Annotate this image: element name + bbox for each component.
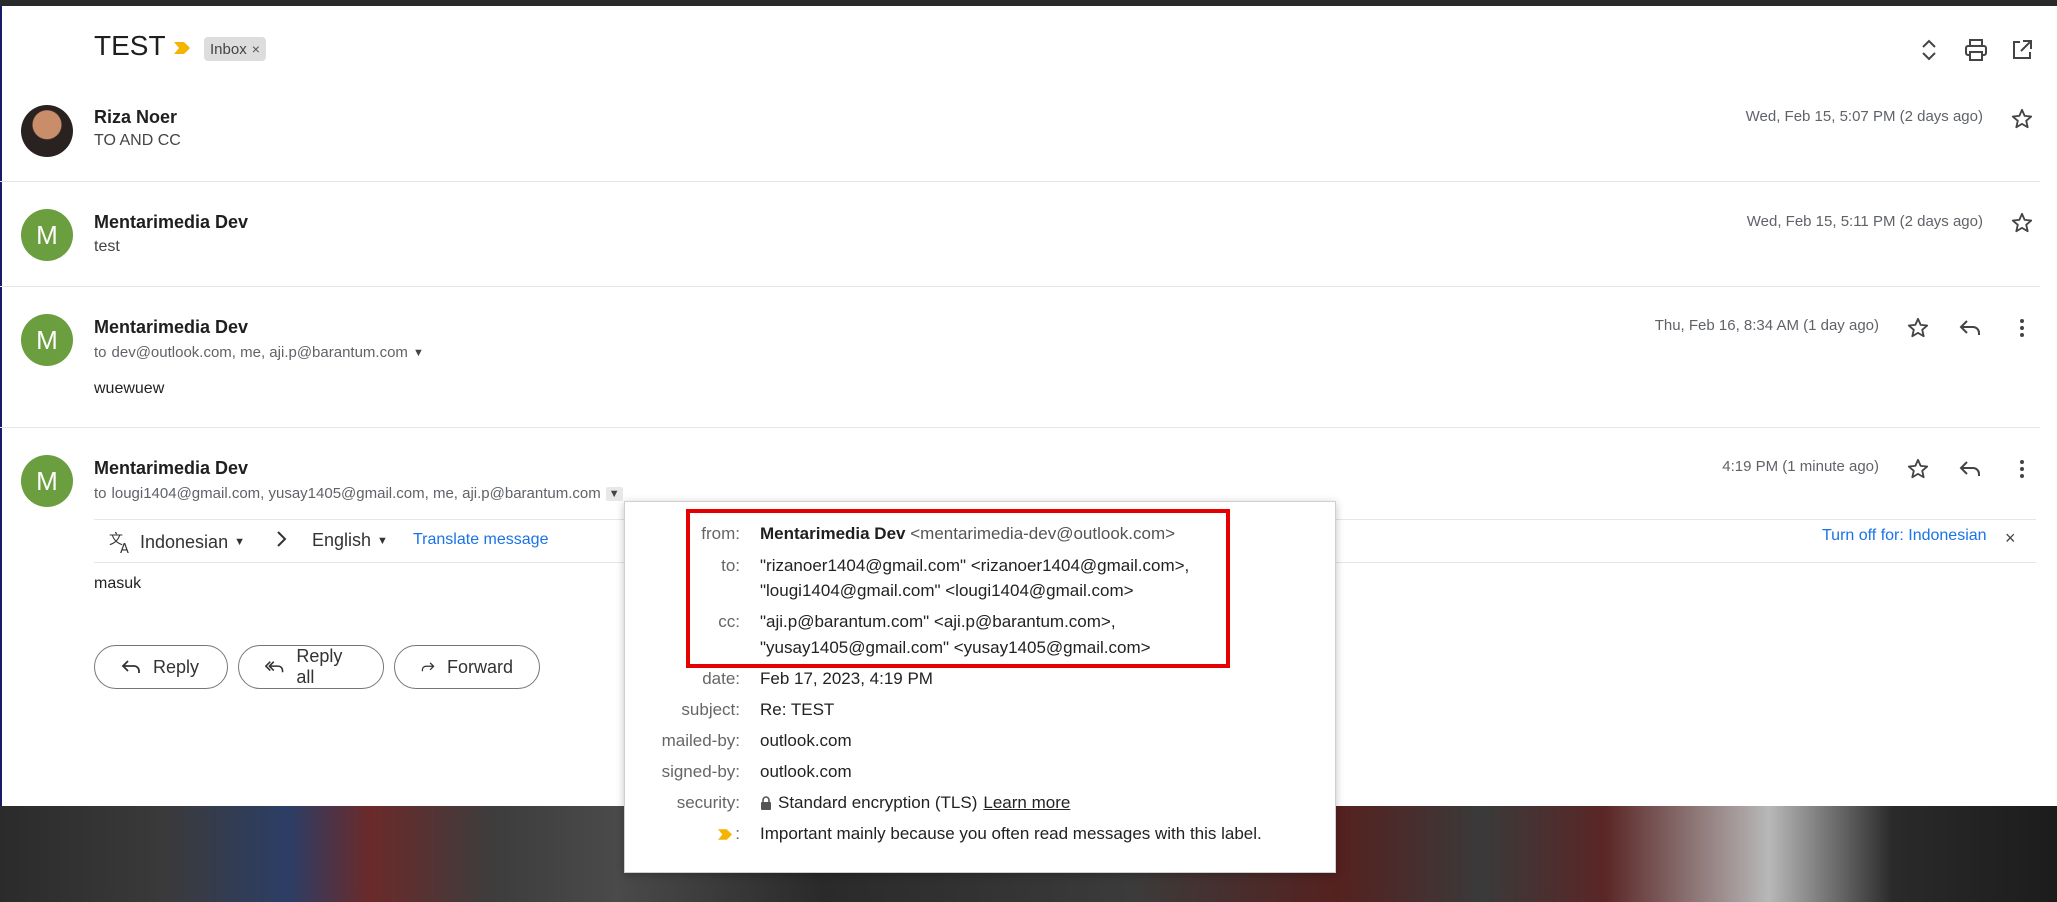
star-icon[interactable]: [1905, 315, 1931, 341]
importance-marker-icon: [718, 828, 733, 840]
label-chip-inbox[interactable]: Inbox ×: [204, 37, 266, 61]
thread-subject: TEST: [94, 30, 166, 61]
recipients-line: to dev@outlook.com, me, aji.p@barantum.c…: [94, 344, 424, 361]
message-snippet[interactable]: test: [94, 238, 120, 256]
avatar-letter: M: [36, 219, 58, 250]
avatar-letter: M: [36, 324, 58, 355]
translate-icon: 文 A: [109, 532, 129, 554]
target-language-select[interactable]: English ▼: [312, 530, 388, 551]
recipients-list: lougi1404@gmail.com, yusay1405@gmail.com…: [111, 485, 601, 502]
details-security-label: security:: [676, 793, 740, 812]
reply-icon[interactable]: [1957, 456, 1983, 482]
recipients-line: to lougi1404@gmail.com, yusay1405@gmail.…: [94, 485, 623, 502]
details-mailed-by-value: outlook.com: [760, 731, 852, 750]
chevron-down-icon: ▼: [234, 536, 245, 548]
star-icon[interactable]: [1905, 456, 1931, 482]
lock-icon: [761, 796, 771, 810]
sender-name[interactable]: Mentarimedia Dev: [94, 317, 248, 338]
label-remove-icon[interactable]: ×: [252, 41, 260, 57]
reply-button-label: Reply: [153, 656, 200, 677]
message-body: wuewuew: [94, 380, 165, 397]
target-language-label: English: [312, 530, 372, 550]
message-divider: [0, 286, 2040, 287]
reply-all-button-label: Reply all: [296, 646, 343, 687]
show-details-icon[interactable]: ▼: [605, 486, 623, 501]
message-date: Wed, Feb 15, 5:11 PM (2 days ago): [1746, 213, 1983, 230]
learn-more-link[interactable]: Learn more: [983, 793, 1070, 813]
more-options-icon[interactable]: [2009, 456, 2035, 482]
reply-all-button[interactable]: Reply all: [238, 645, 384, 689]
star-icon[interactable]: [2009, 210, 2035, 236]
message-snippet[interactable]: TO AND CC: [94, 132, 181, 150]
details-subject-value: Re: TEST: [760, 700, 835, 719]
avatar: M: [21, 455, 73, 507]
sender-name[interactable]: Mentarimedia Dev: [94, 458, 248, 479]
details-date-label: date:: [702, 669, 740, 688]
reply-icon: [121, 660, 140, 673]
chevron-right-icon: [274, 530, 288, 548]
forward-button[interactable]: Forward: [394, 645, 540, 689]
avatar: [21, 105, 73, 157]
message-date: Wed, Feb 15, 5:07 PM (2 days ago): [1745, 108, 1983, 125]
sender-name[interactable]: Riza Noer: [94, 107, 177, 128]
to-prefix: to: [94, 344, 107, 361]
reply-icon[interactable]: [1957, 315, 1983, 341]
to-prefix: to: [94, 485, 107, 502]
recipients-list: dev@outlook.com, me, aji.p@barantum.com: [111, 344, 408, 361]
details-importance-value: Important mainly because you often read …: [760, 824, 1262, 843]
message-divider: [0, 427, 2040, 428]
print-icon[interactable]: [1962, 36, 1990, 64]
forward-button-label: Forward: [446, 656, 513, 677]
message-divider: [0, 181, 2040, 182]
message-body: masuk: [94, 575, 142, 592]
details-date-value: Feb 17, 2023, 4:19 PM: [760, 669, 933, 688]
forward-icon: [421, 662, 435, 672]
source-language-select[interactable]: 文 A Indonesian ▼: [108, 530, 245, 555]
importance-label-colon: :: [735, 824, 740, 843]
avatar: M: [21, 314, 73, 366]
avatar-letter: M: [36, 465, 58, 496]
star-icon[interactable]: [2009, 106, 2035, 132]
expand-all-icon[interactable]: [1915, 36, 1943, 64]
message-date: Thu, Feb 16, 8:34 AM (1 day ago): [1654, 317, 1879, 334]
highlight-box: [686, 509, 1230, 668]
sender-name[interactable]: Mentarimedia Dev: [94, 212, 248, 233]
avatar: M: [21, 209, 73, 261]
svg-text:A: A: [120, 542, 129, 554]
source-language-label: Indonesian: [140, 531, 229, 552]
close-translate-bar-icon[interactable]: ×: [2005, 528, 2016, 549]
security-text: Standard encryption (TLS): [778, 793, 978, 812]
message-date: 4:19 PM (1 minute ago): [1722, 458, 1879, 475]
more-options-icon[interactable]: [2009, 315, 2035, 341]
details-mailed-by-label: mailed-by:: [661, 731, 740, 750]
details-security-value: Standard encryption (TLS) Learn more: [760, 793, 1070, 813]
details-subject-label: subject:: [681, 700, 740, 719]
importance-marker-icon[interactable]: [174, 42, 190, 54]
translate-message-link[interactable]: Translate message: [413, 531, 548, 549]
details-importance-label: :: [718, 824, 740, 844]
open-in-new-window-icon[interactable]: [2008, 36, 2036, 64]
turn-off-translation-link[interactable]: Turn off for: Indonesian: [1822, 527, 1987, 545]
chevron-down-icon: ▼: [377, 534, 388, 547]
reply-button[interactable]: Reply: [94, 645, 228, 689]
label-chip-text: Inbox: [210, 40, 247, 58]
details-signed-by-value: outlook.com: [760, 762, 852, 781]
details-signed-by-label: signed-by:: [661, 762, 740, 781]
show-details-icon[interactable]: ▼: [413, 347, 424, 359]
reply-all-icon: [265, 661, 284, 673]
